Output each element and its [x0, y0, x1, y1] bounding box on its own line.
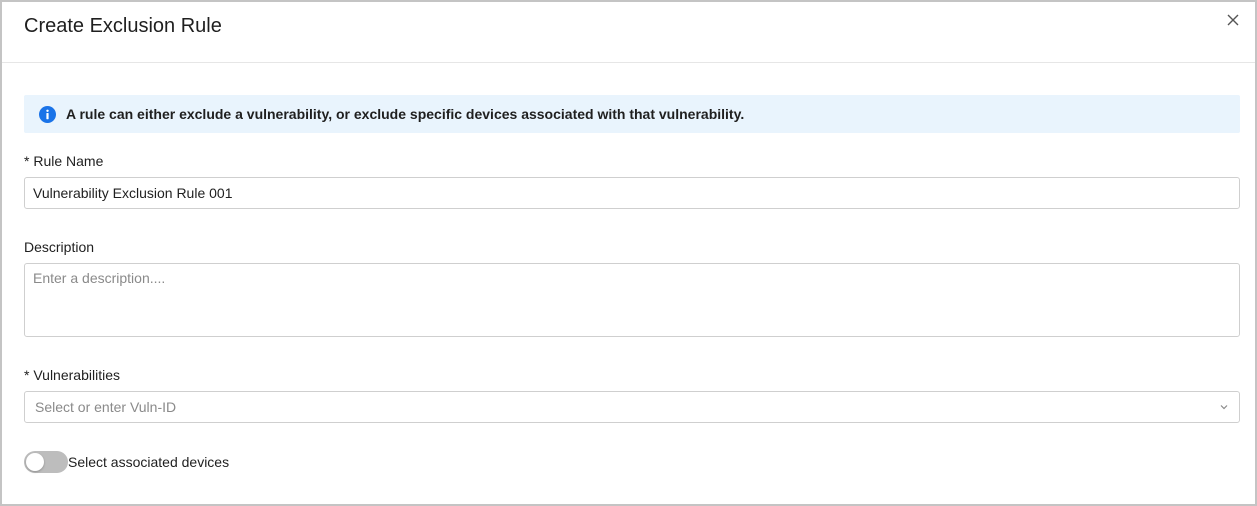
chevron-down-icon — [1219, 402, 1229, 412]
dialog-header: Create Exclusion Rule — [2, 2, 1255, 63]
associated-devices-toggle-row: Select associated devices — [24, 451, 229, 473]
create-exclusion-rule-dialog: Create Exclusion Rule A rule can either … — [0, 0, 1257, 506]
vulnerabilities-select[interactable]: Select or enter Vuln-ID — [24, 391, 1240, 423]
rule-name-label: * Rule Name — [24, 153, 104, 169]
vulnerabilities-label: * Vulnerabilities — [24, 367, 120, 383]
close-icon — [1227, 14, 1239, 26]
associated-devices-label[interactable]: Select associated devices — [68, 454, 229, 470]
close-button[interactable] — [1223, 10, 1243, 30]
info-banner-text: A rule can either exclude a vulnerabilit… — [66, 106, 745, 122]
info-icon — [39, 105, 56, 123]
associated-devices-toggle[interactable] — [24, 451, 68, 473]
rule-name-input[interactable] — [24, 177, 1240, 209]
dialog-title: Create Exclusion Rule — [24, 15, 222, 37]
toggle-knob — [26, 453, 44, 471]
vulnerabilities-select-placeholder: Select or enter Vuln-ID — [35, 399, 177, 415]
info-banner: A rule can either exclude a vulnerabilit… — [24, 95, 1240, 133]
description-textarea[interactable] — [24, 263, 1240, 337]
description-label: Description — [24, 239, 95, 255]
